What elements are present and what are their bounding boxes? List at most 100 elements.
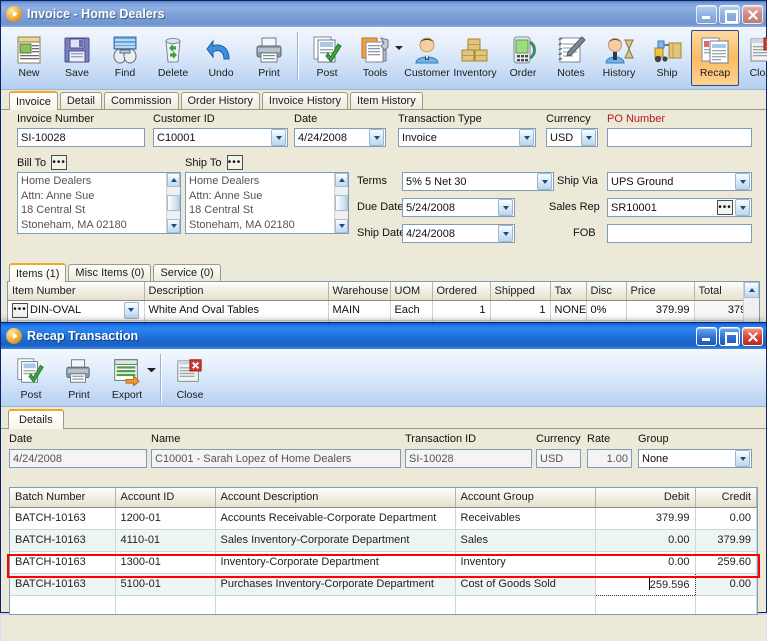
ship-date-select[interactable]: 4/24/2008 [402, 224, 515, 243]
scroll-up-icon[interactable] [335, 173, 348, 187]
cell-price[interactable]: 379.99 [626, 300, 695, 321]
recap-group-select[interactable]: None [638, 449, 752, 468]
minimize-icon[interactable] [696, 4, 717, 24]
fob-input[interactable] [607, 224, 752, 243]
close-icon[interactable] [742, 4, 763, 24]
cell-account-id[interactable]: 1200-01 [115, 507, 216, 530]
cell-account-group[interactable]: Cost of Goods Sold [455, 573, 596, 596]
toolbar-button-close[interactable]: Close [739, 30, 767, 86]
cell-ordered[interactable]: 1 [432, 300, 491, 321]
po-number-input[interactable] [607, 128, 752, 147]
tab-invoice-history[interactable]: Invoice History [261, 92, 349, 109]
toolbar-button-customer[interactable]: Customer [403, 30, 451, 86]
cell-credit[interactable]: 379.99 [695, 529, 757, 552]
tab-service[interactable]: Service (0) [153, 264, 221, 281]
bill-to-lookup-button[interactable]: ••• [51, 155, 68, 170]
toolbar-button-notes[interactable]: Notes [547, 30, 595, 86]
tab-item-history[interactable]: Item History [350, 92, 423, 109]
tab-details[interactable]: Details [8, 409, 64, 429]
col-account-group[interactable]: Account Group [455, 488, 596, 508]
cell-warehouse[interactable]: MAIN [328, 300, 391, 321]
scroll-up-icon[interactable] [744, 282, 759, 298]
cell-account-group[interactable]: Sales [455, 529, 596, 552]
cell-debit[interactable]: 379.99 [595, 507, 696, 530]
cell-account-group[interactable] [455, 595, 596, 614]
ship-to-scrollbar[interactable] [334, 173, 348, 233]
tab-detail[interactable]: Detail [59, 92, 102, 109]
tab-order-history[interactable]: Order History [180, 92, 260, 109]
bill-to-address[interactable]: Home Dealers Attn: Anne Sue 18 Central S… [17, 172, 181, 234]
table-row[interactable] [10, 595, 757, 614]
toolbar-button-save[interactable]: Save [53, 30, 101, 86]
col-item-number[interactable]: Item Number [8, 282, 145, 301]
maximize-icon[interactable] [719, 326, 740, 346]
tab-misc-items[interactable]: Misc Items (0) [68, 264, 152, 281]
customer-id-select[interactable]: C10001 [153, 128, 288, 147]
maximize-icon[interactable] [719, 4, 740, 24]
ship-via-select[interactable]: UPS Ground [607, 172, 752, 191]
cell-batch-number[interactable]: BATCH-10163 [10, 507, 116, 530]
col-tax[interactable]: Tax [550, 282, 587, 301]
cell-debit-focused[interactable]: 259.596 [594, 572, 696, 596]
toolbar-button-tools[interactable]: Tools [351, 30, 399, 86]
chevron-down-icon[interactable] [498, 225, 513, 242]
sales-rep-lookup-button[interactable]: ••• [717, 200, 733, 215]
due-date-select[interactable]: 5/24/2008 [402, 198, 515, 217]
col-description[interactable]: Description [144, 282, 329, 301]
col-price[interactable]: Price [626, 282, 695, 301]
cell-batch-number[interactable]: BATCH-10163 [10, 551, 116, 574]
toolbar-button-history[interactable]: History [595, 30, 643, 86]
cell-account-description[interactable]: Sales Inventory-Corporate Department [215, 529, 456, 552]
cell-account-id[interactable]: 5100-01 [115, 573, 216, 596]
col-account-id[interactable]: Account ID [115, 488, 216, 508]
cell-batch-number[interactable]: BATCH-10163 [10, 529, 116, 552]
recap-toolbar-button-print[interactable]: Print [55, 352, 103, 408]
table-row[interactable]: ••• DIN-OVAL White And Oval Tables MAIN … [8, 300, 759, 321]
cell-account-id[interactable] [115, 595, 216, 614]
cell-debit[interactable]: 0.00 [595, 529, 696, 552]
cell-batch-number[interactable]: BATCH-10163 [10, 573, 116, 596]
scrollbar-thumb[interactable] [335, 195, 348, 211]
cell-tax[interactable]: NONE [550, 300, 587, 321]
cell-uom[interactable]: Each [390, 300, 433, 321]
item-lookup-button[interactable]: ••• [12, 302, 28, 318]
col-debit[interactable]: Debit [595, 488, 696, 508]
toolbar-button-print[interactable]: Print [245, 30, 293, 86]
invoice-number-input[interactable]: SI-10028 [17, 128, 145, 147]
close-icon[interactable] [742, 326, 763, 346]
toolbar-button-delete[interactable]: Delete [149, 30, 197, 86]
scroll-down-icon[interactable] [167, 219, 180, 233]
cell-batch-number[interactable] [10, 595, 116, 614]
toolbar-button-new[interactable]: New [5, 30, 53, 86]
col-disc[interactable]: Disc [586, 282, 627, 301]
toolbar-button-find[interactable]: Find [101, 30, 149, 86]
cell-debit[interactable]: 0.00 [595, 551, 696, 574]
currency-select[interactable]: USD [546, 128, 598, 147]
sales-rep-select[interactable]: SR10001 ••• [607, 198, 752, 217]
chevron-down-icon[interactable] [271, 129, 286, 146]
toolbar-button-order[interactable]: Order [499, 30, 547, 86]
chevron-down-icon[interactable] [369, 129, 384, 146]
tab-invoice[interactable]: Invoice [9, 91, 58, 110]
ship-to-lookup-button[interactable]: ••• [226, 155, 243, 170]
date-select[interactable]: 4/24/2008 [294, 128, 386, 147]
cell-item-number[interactable]: ••• DIN-OVAL [8, 300, 145, 321]
cell-credit[interactable]: 0.00 [695, 573, 757, 596]
cell-credit[interactable]: 0.00 [695, 507, 757, 530]
chevron-down-icon[interactable] [581, 129, 596, 146]
chevron-down-icon[interactable] [735, 173, 750, 190]
minimize-icon[interactable] [696, 326, 717, 346]
cell-account-description[interactable]: Inventory-Corporate Department [215, 551, 456, 574]
ship-to-address[interactable]: Home Dealers Attn: Anne Sue 18 Central S… [185, 172, 349, 234]
col-warehouse[interactable]: Warehouse [328, 282, 391, 301]
cell-account-description[interactable] [215, 595, 456, 614]
cell-debit[interactable] [595, 595, 696, 614]
cell-credit[interactable] [695, 595, 757, 614]
scroll-up-icon[interactable] [167, 173, 180, 187]
table-row-highlighted[interactable]: BATCH-10163 5100-01 Purchases Inventory-… [10, 572, 757, 596]
chevron-down-icon[interactable] [537, 173, 552, 190]
table-row[interactable]: BATCH-10163 4110-01 Sales Inventory-Corp… [10, 529, 757, 552]
col-uom[interactable]: UOM [390, 282, 433, 301]
cell-account-group[interactable]: Inventory [455, 551, 596, 574]
recap-grid[interactable]: Batch Number Account ID Account Descript… [9, 487, 758, 615]
